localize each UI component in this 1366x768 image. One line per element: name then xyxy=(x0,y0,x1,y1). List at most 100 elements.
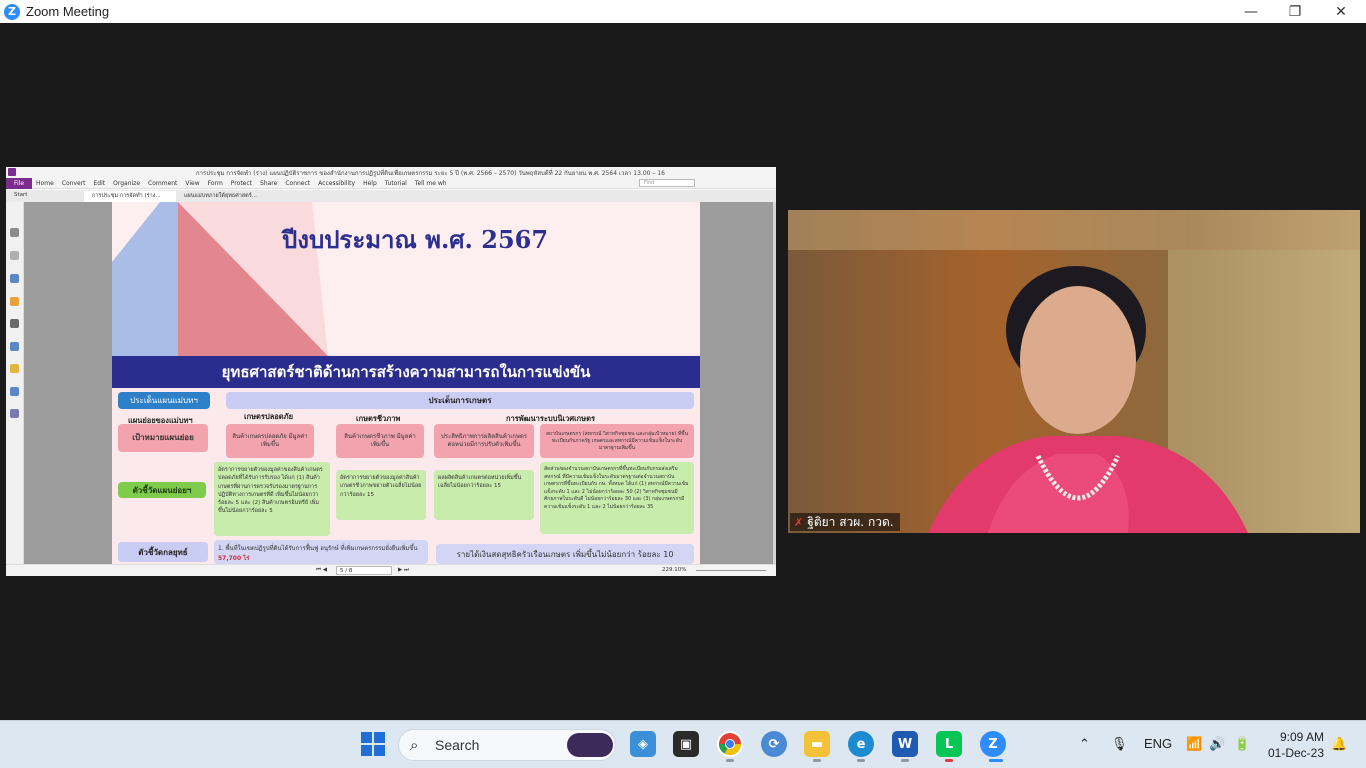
pdf-search-input[interactable]: Find xyxy=(639,179,695,187)
target-label: เป้าหมายแผนย่อย xyxy=(118,424,208,452)
mic-muted-icon: ✗ xyxy=(794,515,804,529)
menu-connect[interactable]: Connect xyxy=(281,180,314,187)
file-explorer-icon[interactable]: ▬ xyxy=(804,731,830,757)
signature-icon[interactable] xyxy=(10,342,19,351)
notification-bell-icon[interactable]: 🔔 xyxy=(1331,736,1347,752)
volume-icon[interactable]: 🔊 xyxy=(1209,736,1225,752)
participant-name: ฐิติยา สวผ. กวด. xyxy=(807,514,894,529)
start-button[interactable] xyxy=(360,731,386,757)
pages-icon[interactable] xyxy=(10,251,19,260)
explorer-running-indicator xyxy=(813,759,821,762)
menu-home[interactable]: Home xyxy=(32,180,58,187)
search-highlight-icon xyxy=(567,733,613,757)
pdf-menubar: File Home Convert Edit Organize Comment … xyxy=(6,177,776,189)
menu-organize[interactable]: Organize xyxy=(109,180,144,187)
participant-video-frame xyxy=(788,210,1360,533)
word-running-indicator xyxy=(901,759,909,762)
agri-issue-label: ประเด็นการเกษตร xyxy=(226,392,694,409)
tab-start[interactable]: Start xyxy=(6,191,84,202)
pdf-canvas[interactable]: ปีงบประมาณ พ.ศ. 2567 ยุทธศาสตร์ชาติด้านก… xyxy=(24,202,773,564)
microphone-icon[interactable]: 🎙 xyxy=(1111,736,1128,752)
menu-form[interactable]: Form xyxy=(204,180,227,187)
layers-icon[interactable] xyxy=(10,297,19,306)
strategic-text: 1. พื้นที่ในเขตปฏิรูปที่ดินได้รับการฟื้น… xyxy=(218,545,418,552)
menu-accessibility[interactable]: Accessibility xyxy=(314,180,359,187)
edge-running-indicator xyxy=(857,759,865,762)
chrome-logo xyxy=(719,733,741,755)
indicator-label: ตัวชี้วัดแผนย่อยฯ xyxy=(118,482,206,498)
menu-tell-me[interactable]: Tell me wh xyxy=(411,180,451,187)
participant-name-tag: ✗ ฐิติยา สวผ. กวด. xyxy=(790,513,900,531)
target-institution: สถาบันเกษตรกร (สหกรณ์ วิสาหกิจชุมชน และก… xyxy=(540,424,694,458)
close-button[interactable]: ✕ xyxy=(1318,0,1364,23)
clock-date[interactable]: 01-Dec-23 xyxy=(1264,746,1324,760)
chevron-up-icon[interactable]: ⌃ xyxy=(1079,736,1090,752)
windows-taskbar: ⌕ Search ◈ ▣ ⟳ ▬ e W L Z ⌃ 🎙 ENG 📶 🔊 🔋 9… xyxy=(0,720,1366,768)
menu-view[interactable]: View xyxy=(181,180,203,187)
chrome-icon[interactable] xyxy=(717,731,743,757)
edge-icon[interactable]: e xyxy=(848,731,874,757)
menu-share[interactable]: Share xyxy=(256,180,281,187)
participant-video[interactable] xyxy=(788,210,1360,533)
taskbar-search-label: Search xyxy=(435,737,480,753)
zoom-logo-icon: Z xyxy=(4,3,20,20)
pdf-tool-panel xyxy=(6,202,24,564)
search-icon: ⌕ xyxy=(410,736,419,754)
maximize-button[interactable]: ❐ xyxy=(1272,0,1318,23)
indicator-safe: อัตราการขยายตัวของมูลค่าของสินค้าเกษตรปล… xyxy=(214,462,330,536)
column-safe-agri: เกษตรปลอดภัย xyxy=(244,412,294,421)
target-safe: สินค้าเกษตรปลอดภัย มีมูลค่าเพิ่มขึ้น xyxy=(226,424,314,458)
zoom-level: 229.10% xyxy=(662,567,687,573)
comment-icon[interactable] xyxy=(10,274,19,283)
menu-convert[interactable]: Convert xyxy=(58,180,90,187)
pdf-app-icon xyxy=(8,168,16,176)
pdf-tabbar: Start การประชุม การจัดทำ (ร่าง... แผนแม่… xyxy=(6,190,776,202)
target-bio: สินค้าเกษตรชีวภาพ มีมูลค่าเพิ่มขึ้น xyxy=(336,424,424,458)
wifi-icon[interactable]: 📶 xyxy=(1186,736,1202,752)
indicator-process: ผลผลิตสินค้าเกษตรต่อหน่วยเพิ่มขึ้นเฉลี่ย… xyxy=(434,470,534,520)
language-indicator[interactable]: ENG xyxy=(1144,736,1172,751)
copilot-icon[interactable]: ◈ xyxy=(630,731,656,757)
content-icon[interactable] xyxy=(10,387,19,396)
first-page-button[interactable]: ⏮ ◀ xyxy=(316,567,327,574)
word-icon[interactable]: W xyxy=(892,731,918,757)
menu-file[interactable]: File xyxy=(6,177,33,189)
minimize-button[interactable]: — xyxy=(1228,0,1274,23)
menu-tutorial[interactable]: Tutorial xyxy=(381,180,411,187)
zoom-app-icon[interactable]: Z xyxy=(980,731,1006,757)
income-box: รายได้เงินสดสุทธิครัวเรือนเกษตร เพิ่มขึ้… xyxy=(436,544,694,564)
tab-master-plan[interactable]: แผนแม่บทภายใต้ยุทธศาสตร์... xyxy=(176,191,268,202)
zoom-active-indicator xyxy=(989,759,1003,762)
menu-edit[interactable]: Edit xyxy=(90,180,110,187)
menu-help[interactable]: Help xyxy=(359,180,381,187)
zoom-slider[interactable] xyxy=(696,570,766,571)
lock-icon[interactable] xyxy=(10,364,19,373)
globe-app-icon[interactable]: ⟳ xyxy=(761,731,787,757)
page-number-input[interactable]: 5 / 8 xyxy=(336,566,392,575)
plan-issue-label: ประเด็นแผนแม่บทฯ xyxy=(118,392,210,409)
battery-icon[interactable]: 🔋 xyxy=(1234,736,1250,752)
slide-page: ปีงบประมาณ พ.ศ. 2567 ยุทธศาสตร์ชาติด้านก… xyxy=(112,202,700,564)
shared-screen[interactable]: การประชุม การจัดทำ (ร่าง) แผนปฏิบัติราชก… xyxy=(6,167,776,576)
menu-comment[interactable]: Comment xyxy=(144,180,181,187)
next-page-button[interactable]: ▶ ⏭ xyxy=(398,567,409,574)
windows-logo-icon xyxy=(361,732,385,756)
tab-meeting-doc[interactable]: การประชุม การจัดทำ (ร่าง... xyxy=(84,191,176,202)
chrome-running-indicator xyxy=(726,759,734,762)
window-title: Zoom Meeting xyxy=(26,4,110,19)
menu-protect[interactable]: Protect xyxy=(227,180,256,187)
pdf-scrollbar[interactable] xyxy=(773,202,776,564)
bookmark-icon[interactable] xyxy=(10,228,19,237)
target-process: ประสิทธิภาพการผลิตสินค้าเกษตร ต่อหน่วยมี… xyxy=(434,424,534,458)
strategic-box: 1. พื้นที่ในเขตปฏิรูปที่ดินได้รับการฟื้น… xyxy=(214,540,428,564)
line-app-icon[interactable]: L xyxy=(936,731,962,757)
window-titlebar: Z Zoom Meeting — ❐ ✕ xyxy=(0,0,1366,23)
attachment-icon[interactable] xyxy=(10,319,19,328)
clock-time[interactable]: 9:09 AM xyxy=(1272,730,1324,744)
slide-year-title: ปีงบประมาณ พ.ศ. 2567 xyxy=(282,225,549,254)
task-view-icon[interactable]: ▣ xyxy=(673,731,699,757)
indicator-bio: อัตราการขยายตัวของมูลค่าสินค้าเกษตรชีวภา… xyxy=(336,470,426,520)
pdf-titlebar: การประชุม การจัดทำ (ร่าง) แผนปฏิบัติราชก… xyxy=(6,167,776,178)
tag-icon[interactable] xyxy=(10,409,19,418)
taskbar-search-box[interactable]: ⌕ Search xyxy=(398,729,616,761)
